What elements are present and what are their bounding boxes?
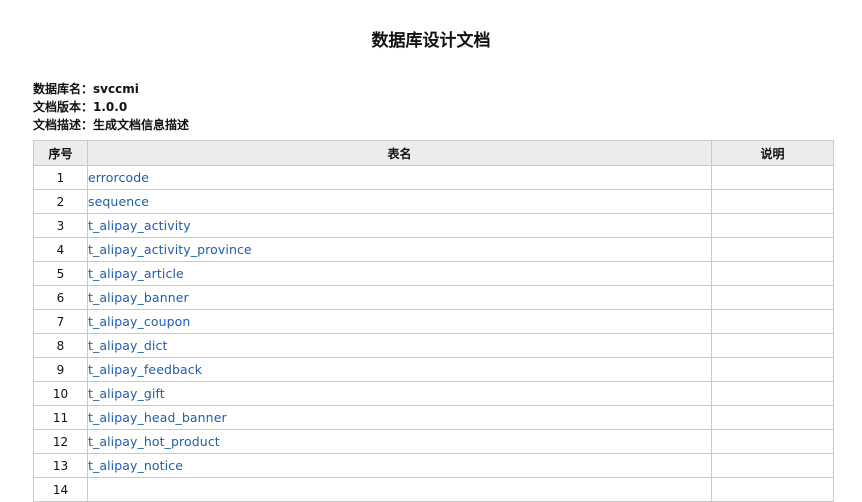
row-table-name-cell: sequence bbox=[87, 189, 712, 214]
meta-value: 生成文档信息描述 bbox=[93, 118, 190, 132]
row-table-name-cell: errorcode bbox=[87, 165, 712, 190]
table-row: 5 t_alipay_article bbox=[33, 261, 834, 286]
table-row: 8 t_alipay_dict bbox=[33, 333, 834, 358]
table-name-link[interactable]: sequence bbox=[88, 194, 149, 209]
table-header-row: 序号 表名 说明 bbox=[33, 140, 834, 166]
meta-value: svccmi bbox=[93, 82, 139, 96]
row-description bbox=[711, 453, 834, 478]
header-no: 序号 bbox=[33, 140, 88, 166]
table-row: 1 errorcode bbox=[33, 165, 834, 190]
table-name-link[interactable]: t_alipay_article bbox=[88, 266, 184, 281]
table-row: 10 t_alipay_gift bbox=[33, 381, 834, 406]
meta-database-name: 数据库名：svccmi bbox=[33, 80, 189, 98]
row-number: 6 bbox=[33, 285, 88, 310]
row-number: 9 bbox=[33, 357, 88, 382]
row-description bbox=[711, 381, 834, 406]
table-name-link[interactable]: t_alipay_activity bbox=[88, 218, 191, 233]
row-number: 5 bbox=[33, 261, 88, 286]
row-description bbox=[711, 261, 834, 286]
table-name-link[interactable]: t_alipay_head_banner bbox=[88, 410, 227, 425]
table-body: 1 errorcode 2 sequence 3 t_alipay_activity 4 t_… bbox=[33, 165, 834, 502]
meta-label: 文档描述： bbox=[33, 118, 94, 132]
row-description bbox=[711, 405, 834, 430]
row-number: 12 bbox=[33, 429, 88, 454]
row-number: 2 bbox=[33, 189, 88, 214]
meta-label: 数据库名： bbox=[33, 82, 94, 96]
table-row: 11 t_alipay_head_banner bbox=[33, 405, 834, 430]
table-row: 13 t_alipay_notice bbox=[33, 453, 834, 478]
row-description bbox=[711, 213, 834, 238]
row-number: 7 bbox=[33, 309, 88, 334]
row-number: 3 bbox=[33, 213, 88, 238]
row-description bbox=[711, 237, 834, 262]
table-row: 7 t_alipay_coupon bbox=[33, 309, 834, 334]
table-row: 12 t_alipay_hot_product bbox=[33, 429, 834, 454]
table-row: 2 sequence bbox=[33, 189, 834, 214]
row-number: 8 bbox=[33, 333, 88, 358]
row-description bbox=[711, 333, 834, 358]
row-table-name-cell: t_alipay_banner bbox=[87, 285, 712, 310]
meta-value: 1.0.0 bbox=[93, 100, 128, 114]
row-table-name-cell: t_alipay_dict bbox=[87, 333, 712, 358]
table-name-link[interactable]: t_alipay_feedback bbox=[88, 362, 202, 377]
row-table-name-cell: t_alipay_gift bbox=[87, 381, 712, 406]
table-name-link[interactable]: t_alipay_gift bbox=[88, 386, 165, 401]
header-desc: 说明 bbox=[711, 140, 834, 166]
row-number: 11 bbox=[33, 405, 88, 430]
row-table-name-cell: t_alipay_feedback bbox=[87, 357, 712, 382]
table-name-link[interactable]: t_alipay_banner bbox=[88, 290, 189, 305]
page-title: 数据库设计文档 bbox=[371, 31, 491, 51]
row-number: 1 bbox=[33, 165, 88, 190]
table-name-link[interactable]: errorcode bbox=[88, 170, 149, 185]
row-number: 13 bbox=[33, 453, 88, 478]
row-table-name-cell bbox=[87, 477, 712, 502]
table-name-link[interactable]: t_alipay_notice bbox=[88, 458, 183, 473]
row-description bbox=[711, 285, 834, 310]
meta-doc-version: 文档版本：1.0.0 bbox=[33, 98, 189, 116]
table-row: 14 bbox=[33, 477, 834, 502]
table-name-link[interactable]: t_alipay_hot_product bbox=[88, 434, 220, 449]
row-table-name-cell: t_alipay_coupon bbox=[87, 309, 712, 334]
row-table-name-cell: t_alipay_article bbox=[87, 261, 712, 286]
row-description bbox=[711, 477, 834, 502]
row-table-name-cell: t_alipay_activity bbox=[87, 213, 712, 238]
row-table-name-cell: t_alipay_activity_province bbox=[87, 237, 712, 262]
row-description bbox=[711, 165, 834, 190]
table-row: 6 t_alipay_banner bbox=[33, 285, 834, 310]
tables-list: 序号 表名 说明 1 errorcode 2 sequence 3 t_alipay_ac… bbox=[33, 140, 834, 502]
row-number: 14 bbox=[33, 477, 88, 502]
row-table-name-cell: t_alipay_head_banner bbox=[87, 405, 712, 430]
row-table-name-cell: t_alipay_hot_product bbox=[87, 429, 712, 454]
table-name-link[interactable]: t_alipay_activity_province bbox=[88, 242, 252, 257]
document-meta: 数据库名：svccmi 文档版本：1.0.0 文档描述：生成文档信息描述 bbox=[33, 80, 189, 134]
row-number: 4 bbox=[33, 237, 88, 262]
table-row: 9 t_alipay_feedback bbox=[33, 357, 834, 382]
row-description bbox=[711, 429, 834, 454]
row-description bbox=[711, 357, 834, 382]
table-name-link[interactable]: t_alipay_dict bbox=[88, 338, 167, 353]
meta-doc-description: 文档描述：生成文档信息描述 bbox=[33, 116, 189, 134]
row-description bbox=[711, 309, 834, 334]
table-name-link[interactable]: t_alipay_coupon bbox=[88, 314, 190, 329]
row-number: 10 bbox=[33, 381, 88, 406]
table-row: 4 t_alipay_activity_province bbox=[33, 237, 834, 262]
header-name: 表名 bbox=[87, 140, 712, 166]
row-table-name-cell: t_alipay_notice bbox=[87, 453, 712, 478]
table-row: 3 t_alipay_activity bbox=[33, 213, 834, 238]
meta-label: 文档版本： bbox=[33, 100, 94, 114]
row-description bbox=[711, 189, 834, 214]
